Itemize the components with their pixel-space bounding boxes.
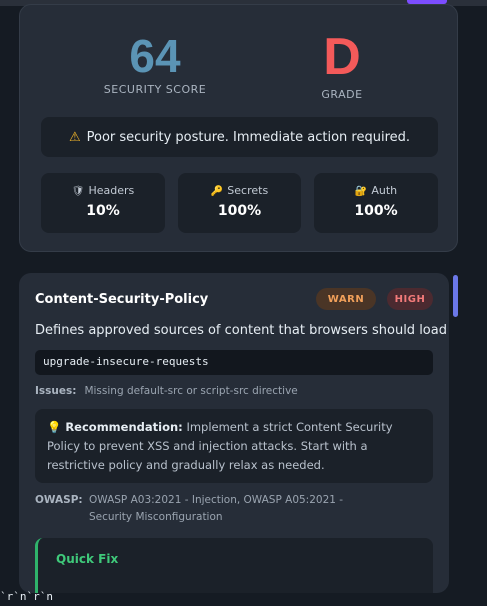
stat-value: 100% (217, 203, 262, 219)
stat-auth: 🔐 Auth 100% (314, 173, 438, 233)
stat-value: 100% (354, 203, 398, 219)
stat-value: 10% (86, 203, 120, 219)
header-finding-card: Content-Security-Policy WARN HIGH Define… (19, 273, 449, 593)
security-score-card: 64 SECURITY SCORE D GRADE ⚠ Poor securit… (19, 4, 458, 252)
quick-fix-box: Quick Fix (35, 538, 433, 593)
lightbulb-icon: 💡 (47, 420, 62, 434)
status-badge: WARN (316, 288, 376, 310)
recommendation-box: 💡 Recommendation: Implement a strict Cont… (35, 409, 433, 483)
finding-description: Defines approved sources of content that… (35, 323, 447, 338)
footer-text: `r`n`r`n (0, 590, 53, 603)
stat-title: Headers (88, 184, 135, 197)
issues-label: Issues: (35, 385, 77, 397)
scrollbar-thumb[interactable] (453, 275, 458, 317)
warning-banner: ⚠ Poor security posture. Immediate actio… (41, 117, 438, 157)
owasp-text: OWASP A03:2021 - Injection, OWASP A05:20… (89, 494, 344, 523)
stat-secrets: 🔑 Secrets 100% (178, 173, 301, 233)
grade-value: D (323, 28, 361, 86)
issues-row: Issues: Missing default-src or script-src… (35, 385, 298, 397)
severity-badge: HIGH (387, 288, 433, 310)
stat-title: Auth (371, 184, 398, 197)
issues-text: Missing default-src or script-src direct… (84, 385, 298, 397)
warning-text: Poor security posture. Immediate action … (86, 129, 411, 145)
header-value-code: upgrade-insecure-requests (35, 350, 433, 375)
lock-icon: 🔐 (354, 186, 368, 197)
finding-title: Content-Security-Policy (35, 292, 209, 307)
grade-label: GRADE (321, 88, 363, 101)
shield-icon: 🛡 (71, 186, 85, 197)
stat-headers: 🛡 Headers 10% (41, 173, 165, 233)
owasp-label: OWASP: (35, 494, 83, 506)
warning-icon: ⚠ (68, 129, 81, 145)
score-value: 64 (129, 30, 181, 82)
recommendation-label: Recommendation: (65, 420, 183, 434)
quick-fix-title: Quick Fix (56, 552, 119, 566)
score-label: SECURITY SCORE (103, 83, 207, 96)
key-icon: 🔑 (210, 186, 224, 197)
stat-title: Secrets (227, 184, 269, 197)
